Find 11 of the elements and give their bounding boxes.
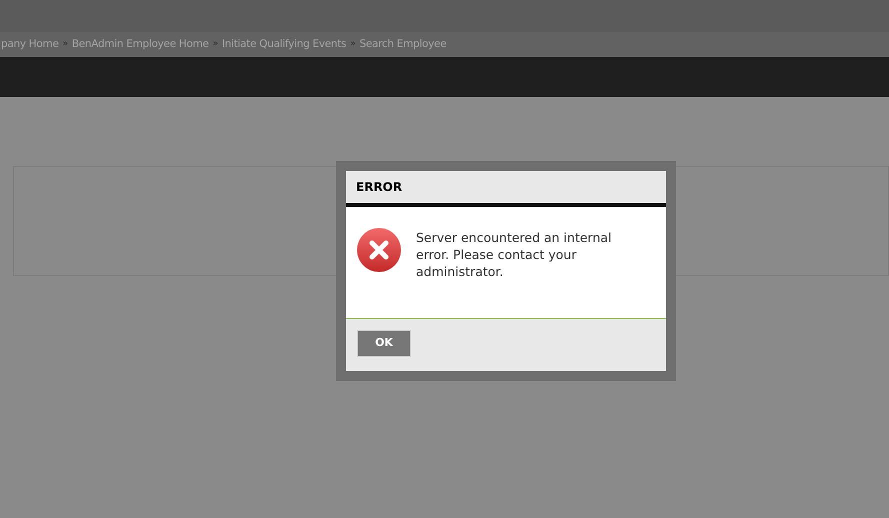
breadcrumb-separator: »: [212, 38, 218, 51]
ok-button[interactable]: OK: [357, 330, 411, 357]
dialog-title: ERROR: [356, 179, 402, 196]
breadcrumb-link[interactable]: pany Home: [1, 36, 59, 52]
error-message: Server encountered an internal error. Please contact your administrator.: [416, 229, 613, 280]
breadcrumb-link[interactable]: Initiate Qualifying Events: [222, 36, 346, 52]
breadcrumb-link[interactable]: Search Employee: [359, 36, 446, 52]
error-icon: [357, 228, 401, 272]
breadcrumb-separator: »: [62, 38, 68, 51]
breadcrumb-link[interactable]: BenAdmin Employee Home: [72, 36, 209, 52]
breadcrumb-separator: »: [350, 38, 356, 51]
